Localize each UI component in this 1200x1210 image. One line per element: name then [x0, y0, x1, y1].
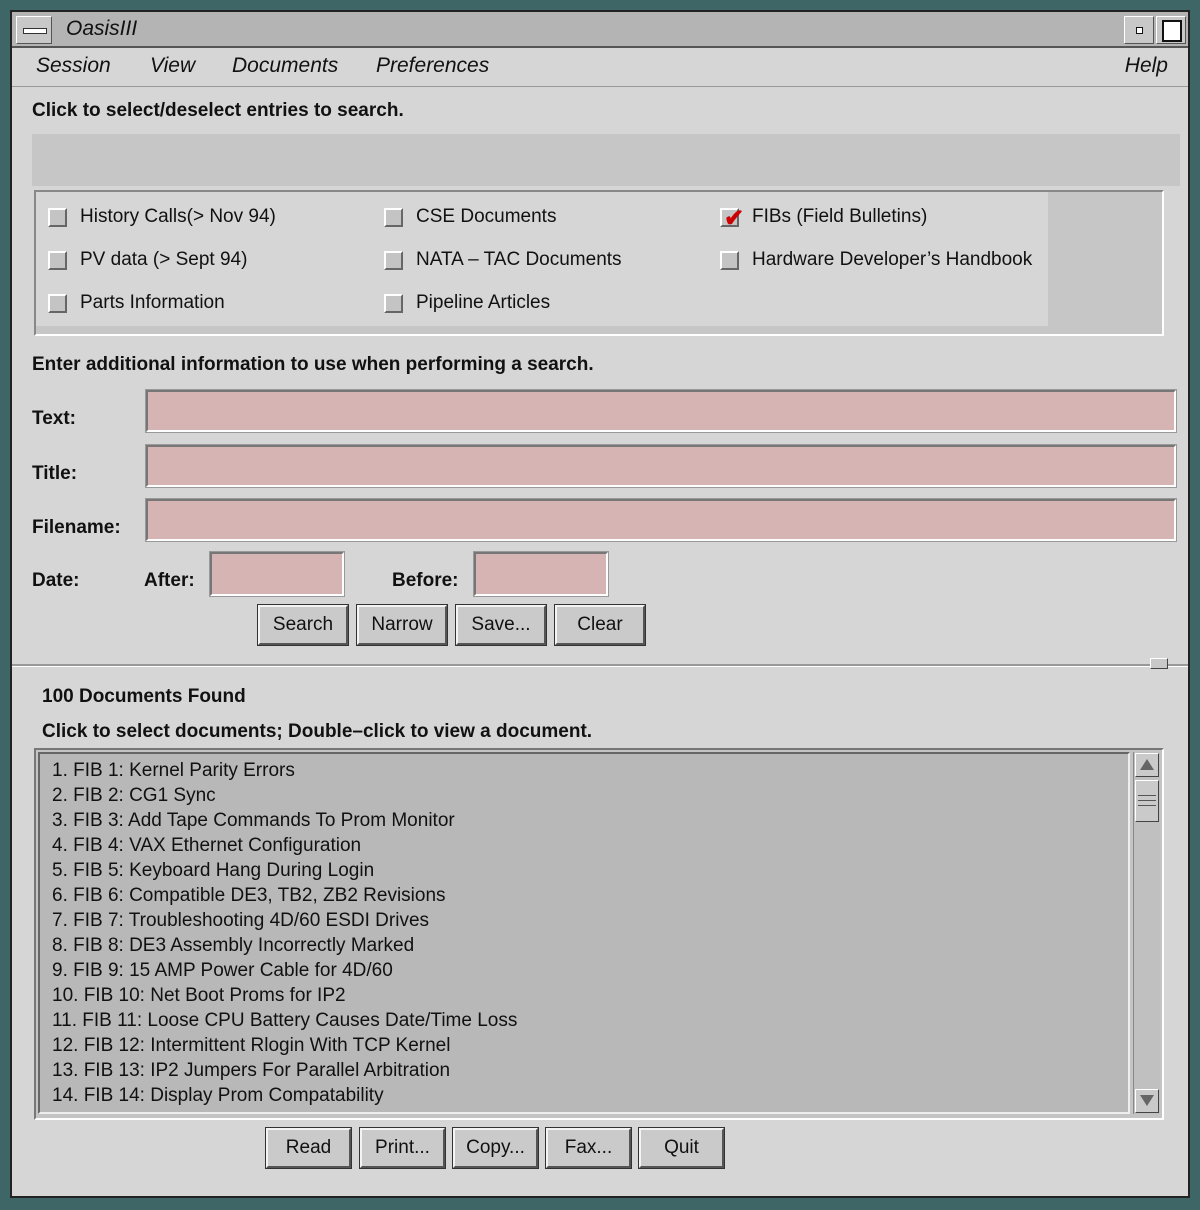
menu-preferences[interactable]: Preferences — [376, 54, 489, 78]
results-count: 100 Documents Found — [42, 686, 246, 707]
select-instruction: Click to select/deselect entries to sear… — [32, 100, 404, 121]
quit-button[interactable]: Quit — [638, 1127, 725, 1169]
window-menu-icon — [23, 28, 47, 34]
list-item[interactable]: 10. FIB 10: Net Boot Proms for IP2 — [52, 985, 346, 1007]
list-item[interactable]: 8. FIB 8: DE3 Assembly Incorrectly Marke… — [52, 935, 414, 957]
print-button[interactable]: Print... — [359, 1127, 446, 1169]
list-item[interactable]: 4. FIB 4: VAX Ethernet Configuration — [52, 835, 361, 857]
clear-button[interactable]: Clear — [554, 604, 646, 646]
before-date-field[interactable] — [473, 551, 609, 597]
window-menu-button[interactable] — [16, 16, 52, 44]
list-item[interactable]: 5. FIB 5: Keyboard Hang During Login — [52, 860, 374, 882]
checkbox-icon[interactable] — [48, 294, 67, 313]
text-label: Text: — [32, 408, 76, 429]
window-title: OasisIII — [66, 17, 138, 40]
menu-session[interactable]: Session — [36, 54, 111, 78]
minimize-icon — [1136, 27, 1143, 34]
title-input[interactable] — [148, 447, 1174, 485]
list-item[interactable]: 1. FIB 1: Kernel Parity Errors — [52, 760, 295, 782]
scrollbar-thumb[interactable] — [1135, 780, 1159, 822]
checkbox-icon[interactable]: ✔ — [720, 205, 744, 232]
save-button[interactable]: Save... — [455, 604, 547, 646]
before-date-input[interactable] — [476, 554, 606, 594]
title-label: Title: — [32, 463, 78, 484]
list-item[interactable]: 2. FIB 2: CG1 Sync — [52, 785, 216, 807]
checkbox-icon[interactable] — [48, 208, 67, 227]
list-item[interactable]: 11. FIB 11: Loose CPU Battery Causes Dat… — [52, 1010, 517, 1032]
copy-button[interactable]: Copy... — [452, 1127, 539, 1169]
filename-input[interactable] — [148, 501, 1174, 539]
maximize-icon — [1162, 20, 1182, 42]
menu-bar: Session View Documents Preferences Help — [12, 48, 1188, 87]
read-button[interactable]: Read — [265, 1127, 352, 1169]
after-label: After: — [144, 570, 195, 591]
text-field[interactable] — [145, 389, 1177, 433]
search-instruction: Enter additional information to use when… — [32, 354, 594, 375]
maximize-button[interactable] — [1156, 16, 1186, 44]
checkbox-icon[interactable] — [384, 251, 403, 270]
results-list-area[interactable]: 1. FIB 1: Kernel Parity Errors 2. FIB 2:… — [38, 752, 1130, 1114]
menu-view[interactable]: View — [150, 54, 195, 78]
search-button[interactable]: Search — [257, 604, 349, 646]
before-label: Before: — [392, 570, 459, 591]
narrow-button[interactable]: Narrow — [356, 604, 448, 646]
arrow-down-icon — [1140, 1095, 1154, 1106]
results-instruction: Click to select documents; Double–click … — [42, 721, 593, 742]
after-date-input[interactable] — [212, 554, 342, 594]
scroll-down-button[interactable] — [1135, 1089, 1159, 1113]
checkmark-icon: ✔ — [724, 205, 745, 232]
results-scrollbar[interactable] — [1133, 752, 1160, 1114]
checkbox-icon[interactable] — [384, 294, 403, 313]
pane-divider — [12, 664, 1188, 667]
fax-button[interactable]: Fax... — [545, 1127, 632, 1169]
list-item[interactable]: 7. FIB 7: Troubleshooting 4D/60 ESDI Dri… — [52, 910, 429, 932]
list-item[interactable]: 9. FIB 9: 15 AMP Power Cable for 4D/60 — [52, 960, 393, 982]
scroll-up-button[interactable] — [1135, 753, 1159, 777]
selection-header-stripe — [32, 134, 1180, 186]
list-item[interactable]: 12. FIB 12: Intermittent Rlogin With TCP… — [52, 1035, 450, 1057]
list-item[interactable]: 3. FIB 3: Add Tape Commands To Prom Moni… — [52, 810, 455, 832]
title-field[interactable] — [145, 444, 1177, 488]
minimize-button[interactable] — [1124, 16, 1154, 44]
arrow-up-icon — [1140, 759, 1154, 770]
oasis-window: OasisIII Session View Documents Preferen… — [10, 10, 1190, 1198]
pane-sash-handle[interactable] — [1150, 658, 1168, 669]
after-date-field[interactable] — [209, 551, 345, 597]
checkbox-icon[interactable] — [48, 251, 67, 270]
menu-help[interactable]: Help — [1125, 54, 1168, 78]
database-checklist: History Calls(> Nov 94) PV data (> Sept … — [34, 190, 1164, 336]
checkbox-icon[interactable] — [720, 251, 739, 270]
list-item[interactable]: 14. FIB 14: Display Prom Compatability — [52, 1085, 384, 1107]
results-list[interactable]: 1. FIB 1: Kernel Parity Errors 2. FIB 2:… — [34, 748, 1164, 1120]
list-item[interactable]: 6. FIB 6: Compatible DE3, TB2, ZB2 Revis… — [52, 885, 446, 907]
date-label: Date: — [32, 570, 80, 591]
menu-documents[interactable]: Documents — [232, 54, 338, 78]
list-item[interactable]: 13. FIB 13: IP2 Jumpers For Parallel Arb… — [52, 1060, 450, 1082]
title-bar[interactable]: OasisIII — [12, 12, 1188, 48]
filename-field[interactable] — [145, 498, 1177, 542]
text-input[interactable] — [148, 392, 1174, 430]
filename-label: Filename: — [32, 517, 121, 538]
checkbox-icon[interactable] — [384, 208, 403, 227]
